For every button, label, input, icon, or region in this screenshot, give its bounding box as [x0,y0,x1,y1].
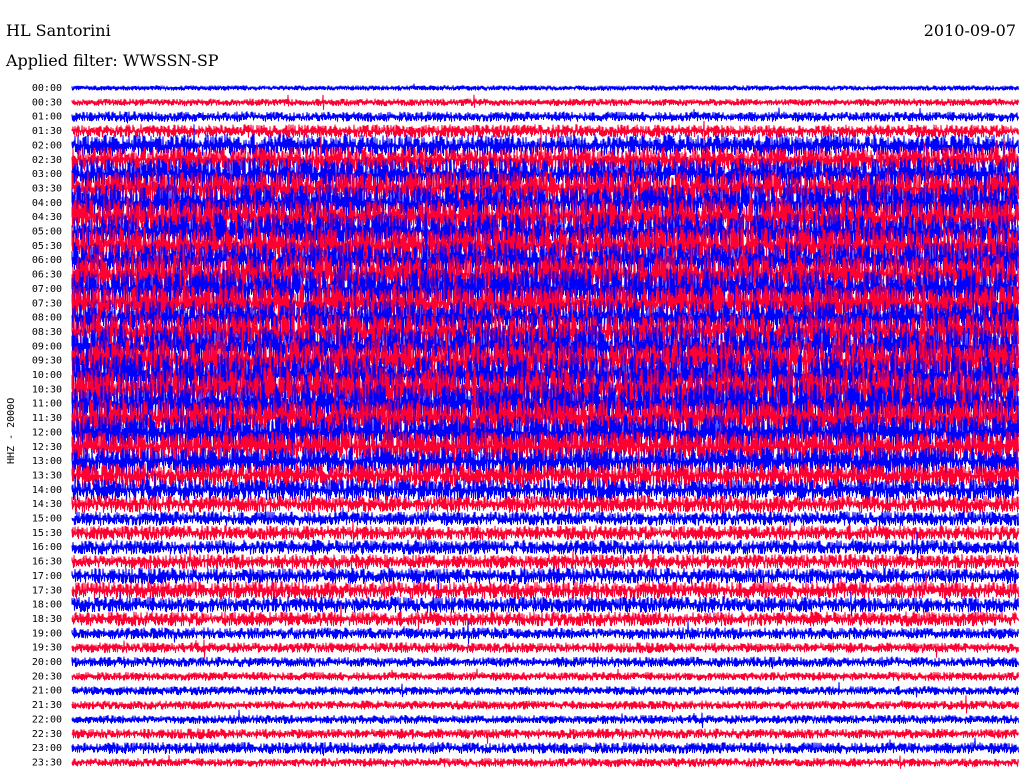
row-time-label: 07:00 [32,284,62,295]
trace-group [71,83,1019,769]
trace-row [71,639,1019,658]
row-time-label: 00:00 [32,83,62,94]
channel-label: HHZ - 2000O [6,398,17,464]
row-time-label: 02:30 [32,155,62,166]
row-time-label: 03:30 [32,183,62,194]
trace-row [71,755,1019,769]
row-time-label: 16:30 [32,557,62,568]
row-time-label: 20:00 [32,657,62,668]
row-time-label: 17:30 [32,585,62,596]
row-time-label: 18:00 [32,600,62,611]
row-time-label: 17:00 [32,571,62,582]
row-time-label: 14:30 [32,499,62,510]
trace-row [71,737,1019,756]
row-time-label: 09:00 [32,341,62,352]
helicorder-chart: 00:00 00:30 01:00 01:30 02:00 02:30 03:00 03:30… [6,83,1019,769]
row-time-label: 13:00 [32,456,62,467]
trace-row [71,682,1019,698]
row-time-label: 21:00 [32,686,62,697]
row-time-label: 12:00 [32,427,62,438]
row-time-label: 08:30 [32,327,62,338]
trace-row [71,120,1019,141]
row-time-label: 07:30 [32,298,62,309]
row-time-label: 18:30 [32,614,62,625]
row-time-label: 10:30 [32,384,62,395]
row-time-label: 00:30 [32,97,62,108]
row-time-label: 03:00 [32,169,62,180]
trace-row [71,567,1019,592]
row-time-label: 10:00 [32,370,62,381]
row-time-label: 14:00 [32,485,62,496]
trace-row [71,494,1019,516]
trace-row [71,668,1019,681]
row-time-label: 01:30 [32,126,62,137]
trace-row [71,620,1019,645]
row-time-label: 23:30 [32,757,62,768]
trace-row [71,83,1019,92]
trace-row [71,656,1019,669]
row-time-label: 11:00 [32,399,62,410]
row-time-label: 01:00 [32,112,62,123]
row-time-label: 09:30 [32,356,62,367]
row-time-label: 05:00 [32,227,62,238]
row-time-label: 21:30 [32,700,62,711]
trace-row [71,728,1019,744]
row-time-label: 22:00 [32,714,62,725]
trace-row [71,709,1019,728]
trace-row [71,695,1019,714]
row-time-label: 23:00 [32,743,62,754]
row-time-label: 06:00 [32,255,62,266]
row-time-label: 19:00 [32,628,62,639]
row-time-label: 11:30 [32,413,62,424]
row-time-label: 06:30 [32,270,62,281]
row-time-label: 02:00 [32,140,62,151]
row-time-label: 22:30 [32,729,62,740]
row-time-label: 15:00 [32,514,62,525]
row-time-label: 04:00 [32,198,62,209]
trace-row [71,94,1019,110]
row-time-label: 04:30 [32,212,62,223]
row-time-label: 08:00 [32,313,62,324]
row-time-label: 15:30 [32,528,62,539]
time-label-group: 00:00 00:30 01:00 01:30 02:00 02:30 03:00 03:30… [32,83,62,768]
row-time-label: 20:30 [32,671,62,682]
row-time-label: 19:30 [32,643,62,654]
row-time-label: 16:00 [32,542,62,553]
row-time-label: 05:30 [32,241,62,252]
trace-row [71,107,1019,124]
row-time-label: 13:30 [32,470,62,481]
row-time-label: 12:30 [32,442,62,453]
